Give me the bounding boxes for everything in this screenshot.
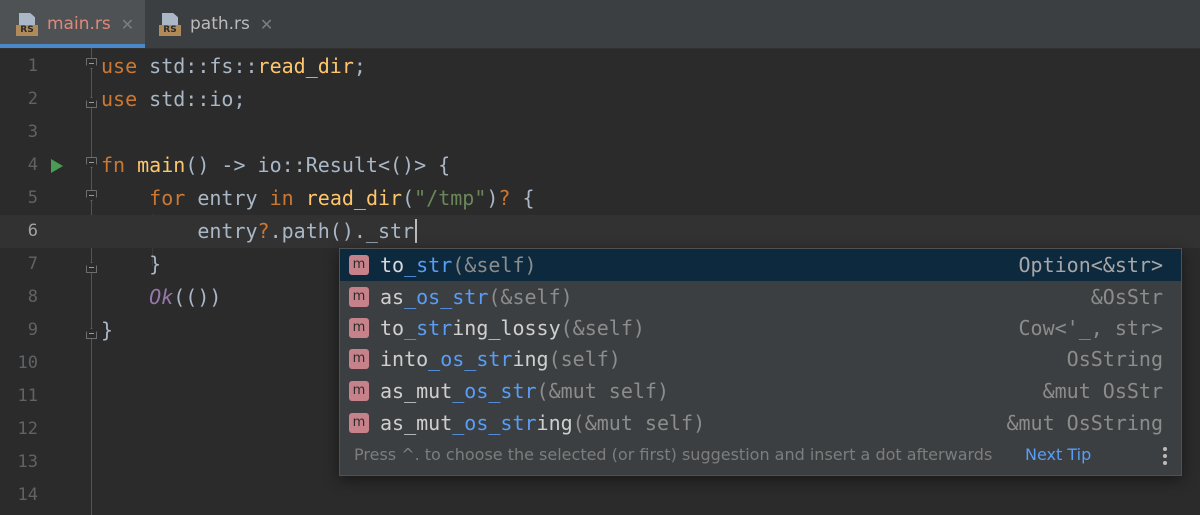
- completion-hint: Press ^. to choose the selected (or firs…: [354, 445, 993, 464]
- code-line[interactable]: 4 fn main() -> io::Result<()> {: [0, 149, 1200, 182]
- tab-path-rs[interactable]: RS path.rs ✕: [145, 0, 280, 48]
- code-line[interactable]: 3: [0, 116, 1200, 149]
- completion-label: as_os_str(&self): [380, 285, 573, 309]
- code-text: use std::io;: [101, 87, 246, 111]
- completion-type: &OsStr: [1090, 285, 1163, 309]
- completion-type: &mut OsString: [1006, 411, 1163, 435]
- completion-type: Cow<'_, str>: [1018, 316, 1164, 340]
- rust-file-icon: RS: [159, 13, 181, 36]
- close-icon[interactable]: ✕: [121, 15, 134, 34]
- tab-label: path.rs: [190, 14, 250, 34]
- method-icon: m: [349, 349, 369, 369]
- method-icon: m: [349, 318, 369, 338]
- completion-item[interactable]: m as_mut_os_str(&mut self) &mut OsStr: [340, 375, 1181, 407]
- completion-item[interactable]: m to_string_lossy(&self) Cow<'_, str>: [340, 312, 1181, 344]
- tab-main-rs[interactable]: RS main.rs ✕: [0, 0, 145, 48]
- line-number: 4: [27, 155, 38, 175]
- code-line[interactable]: 5 for entry in read_dir("/tmp")? {: [0, 182, 1200, 215]
- code-line[interactable]: 14: [0, 479, 1200, 512]
- code-completion-popup: m to_str(&self) Option<&str> m as_os_str…: [339, 248, 1182, 476]
- line-number: 1: [27, 56, 38, 76]
- completion-item[interactable]: m into_os_string(self) OsString: [340, 343, 1181, 375]
- line-number: 11: [17, 386, 38, 406]
- method-icon: m: [349, 381, 369, 401]
- completion-label: to_string_lossy(&self): [380, 316, 645, 340]
- line-number: 2: [27, 89, 38, 109]
- line-number: 3: [27, 122, 38, 142]
- code-line-current[interactable]: 6 entry?.path()._str: [0, 215, 1200, 248]
- completion-type: &mut OsStr: [1042, 379, 1163, 403]
- completion-item[interactable]: m as_os_str(&self) &OsStr: [340, 281, 1181, 313]
- code-text: Ok(()): [149, 285, 222, 309]
- completion-item[interactable]: m to_str(&self) Option<&str>: [340, 249, 1181, 281]
- method-icon: m: [349, 255, 369, 275]
- code-line[interactable]: 1 use std::fs::read_dir;: [0, 50, 1200, 83]
- line-number: 14: [17, 485, 38, 505]
- code-text: }: [101, 252, 162, 276]
- line-number: 7: [27, 254, 38, 274]
- line-number: 9: [27, 320, 38, 340]
- code-text: fn main() -> io::Result<()> {: [101, 153, 451, 177]
- fold-end-icon[interactable]: [86, 328, 97, 339]
- tab-label: main.rs: [47, 14, 111, 34]
- run-icon[interactable]: [51, 159, 63, 173]
- fold-end-icon[interactable]: [86, 97, 97, 108]
- line-number: 6: [27, 221, 38, 241]
- completion-label: as_mut_os_string(&mut self): [380, 411, 706, 435]
- more-options-icon[interactable]: [1163, 447, 1167, 465]
- next-tip-link[interactable]: Next Tip: [1025, 445, 1091, 465]
- completion-label: into_os_string(self): [380, 347, 621, 371]
- line-number: 13: [17, 452, 38, 472]
- line-number: 12: [17, 419, 38, 439]
- method-icon: m: [349, 413, 369, 433]
- line-number: 5: [27, 188, 38, 208]
- code-text: }: [101, 318, 114, 342]
- editor-tab-bar: RS main.rs ✕ RS path.rs ✕: [0, 0, 1200, 49]
- fold-start-icon[interactable]: [86, 157, 97, 168]
- code-text: use std::fs::read_dir;: [101, 54, 366, 78]
- completion-type: Option<&str>: [1018, 253, 1164, 277]
- line-number: 8: [27, 287, 38, 307]
- text-caret: [415, 219, 418, 243]
- rust-file-icon: RS: [16, 13, 38, 36]
- code-text: entry?.path()._str: [101, 215, 418, 248]
- fold-start-icon[interactable]: [86, 190, 97, 201]
- active-tab-indicator: [0, 44, 145, 48]
- completion-type: OsString: [1066, 347, 1163, 371]
- line-number: 10: [17, 353, 38, 373]
- code-text: for entry in read_dir("/tmp")? {: [149, 186, 535, 210]
- completion-label: as_mut_os_str(&mut self): [380, 379, 669, 403]
- fold-end-icon[interactable]: [86, 262, 97, 273]
- method-icon: m: [349, 287, 369, 307]
- completion-item[interactable]: m as_mut_os_string(&mut self) &mut OsStr…: [340, 407, 1181, 439]
- fold-start-icon[interactable]: [86, 58, 97, 69]
- code-line[interactable]: 2 use std::io;: [0, 83, 1200, 116]
- completion-label: to_str(&self): [380, 253, 537, 277]
- close-icon[interactable]: ✕: [260, 15, 273, 34]
